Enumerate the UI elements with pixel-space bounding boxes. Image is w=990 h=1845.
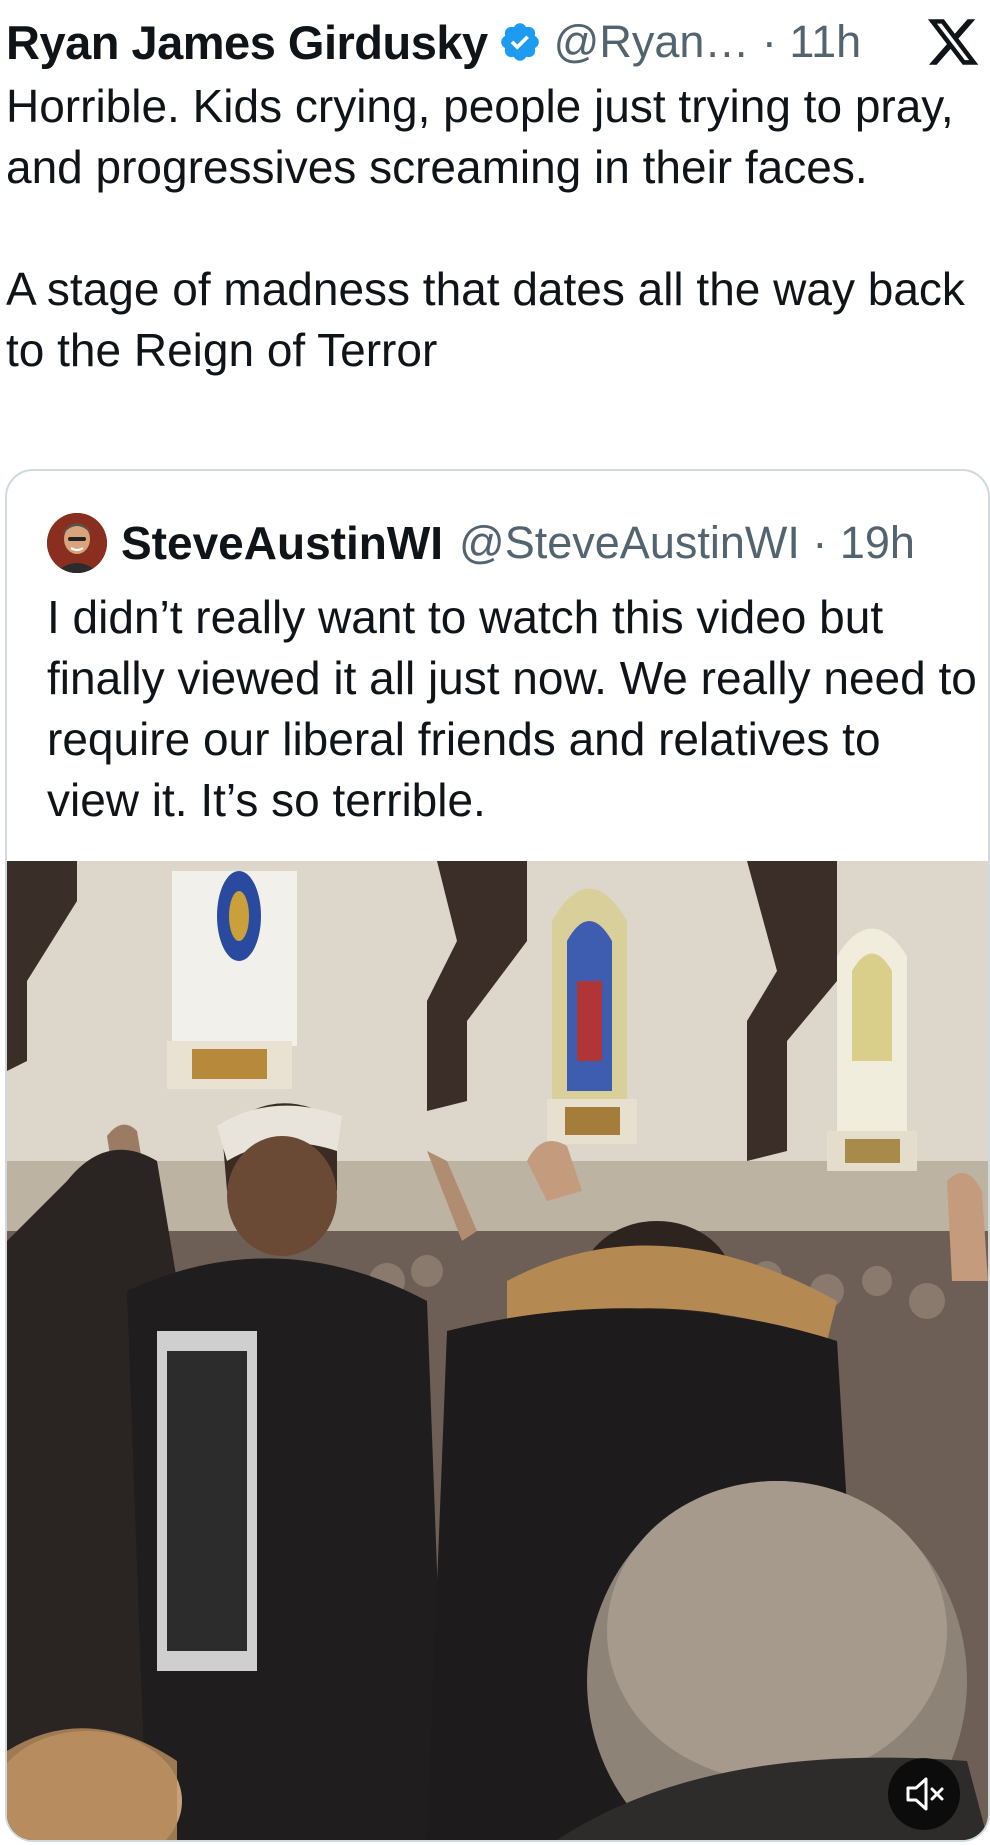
window-center <box>547 888 637 1144</box>
author-handle-text: @Ryan… <box>553 16 750 67</box>
quoted-author-name[interactable]: SteveAustinWI <box>121 516 443 570</box>
x-logo-icon[interactable] <box>925 14 981 70</box>
speaker-muted-icon <box>906 1777 944 1811</box>
quoted-timestamp[interactable]: 19h <box>840 517 915 568</box>
tweet-paragraph-1: Horrible. Kids crying, people just tryin… <box>6 80 954 193</box>
avatar[interactable] <box>47 513 107 573</box>
window-right <box>827 928 917 1171</box>
author-name[interactable]: Ryan James Girdusky <box>6 15 488 70</box>
video-player[interactable] <box>7 861 988 1840</box>
window-left <box>167 871 297 1089</box>
tweet-timestamp[interactable]: 11h <box>789 16 861 67</box>
quoted-tweet-header: SteveAustinWI @SteveAustinWI · 19h <box>47 511 915 575</box>
mute-button[interactable] <box>888 1758 960 1830</box>
quoted-tweet-card[interactable]: SteveAustinWI @SteveAustinWI · 19h I did… <box>5 469 990 1842</box>
verified-badge-icon <box>500 23 539 61</box>
separator-dot: · <box>761 16 790 67</box>
quoted-tweet-text: I didn’t really want to watch this video… <box>47 591 977 826</box>
tweet-paragraph-2: A stage of madness that dates all the wa… <box>6 263 965 376</box>
author-handle[interactable]: @Ryan… · 11h <box>554 16 862 68</box>
quoted-author-handle[interactable]: @SteveAustinWI · 19h <box>459 517 915 569</box>
separator-dot: · <box>812 517 840 568</box>
tweet-header: Ryan James Girdusky @Ryan… · 11h <box>6 12 906 72</box>
video-frame <box>7 861 988 1840</box>
tweet-text: Horrible. Kids crying, people just tryin… <box>6 76 966 381</box>
quoted-handle-text: @SteveAustinWI <box>459 517 800 568</box>
